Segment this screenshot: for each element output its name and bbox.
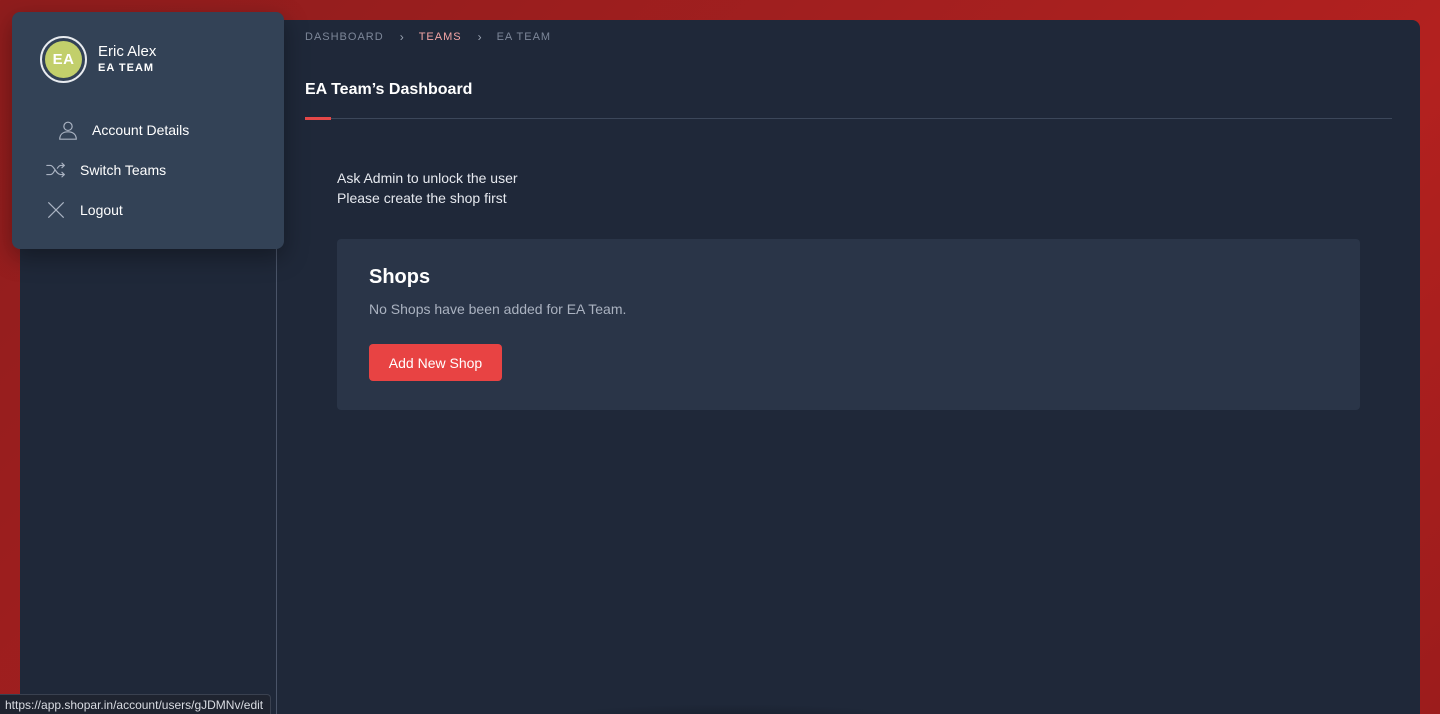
shuffle-icon xyxy=(44,158,68,182)
user-menu-dropdown: EA Eric Alex EA TEAM Account Details Swi… xyxy=(12,12,284,249)
avatar-initials: EA xyxy=(45,41,82,78)
user-team: EA TEAM xyxy=(98,62,155,74)
notice-messages: Ask Admin to unlock the user Please crea… xyxy=(337,168,518,208)
breadcrumb-current: EA TEAM xyxy=(496,31,552,43)
add-new-shop-button[interactable]: Add New Shop xyxy=(369,344,502,381)
shops-title: Shops xyxy=(369,266,431,288)
shops-card: Shops No Shops have been added for EA Te… xyxy=(337,239,1360,410)
notice-unlock: Ask Admin to unlock the user xyxy=(337,170,518,186)
menu-item-label: Account Details xyxy=(92,122,190,138)
menu-item-switch-teams[interactable]: Switch Teams xyxy=(44,158,166,182)
breadcrumb-separator: › xyxy=(477,30,483,44)
title-accent-bar xyxy=(305,117,331,120)
menu-item-logout[interactable]: Logout xyxy=(44,198,123,222)
close-icon xyxy=(44,198,68,222)
shops-empty-message: No Shops have been added for EA Team. xyxy=(369,301,627,317)
menu-item-label: Logout xyxy=(80,202,123,218)
status-bar-url: https://app.shopar.in/account/users/gJDM… xyxy=(0,694,272,714)
bottom-shadow xyxy=(540,704,920,714)
page-title: EA Team’s Dashboard xyxy=(305,81,473,98)
user-icon xyxy=(56,118,80,142)
avatar[interactable]: EA xyxy=(40,36,87,83)
title-divider xyxy=(305,118,1392,119)
menu-item-account-details[interactable]: Account Details xyxy=(56,118,189,142)
breadcrumb-dashboard[interactable]: DASHBOARD xyxy=(305,31,384,43)
breadcrumb-teams[interactable]: TEAMS xyxy=(419,31,462,43)
user-name: Eric Alex xyxy=(98,43,157,60)
breadcrumb-separator: › xyxy=(399,30,405,44)
breadcrumb: DASHBOARD › TEAMS › EA TEAM xyxy=(305,30,551,44)
menu-item-label: Switch Teams xyxy=(80,162,167,178)
notice-create-shop: Please create the shop first xyxy=(337,190,507,206)
